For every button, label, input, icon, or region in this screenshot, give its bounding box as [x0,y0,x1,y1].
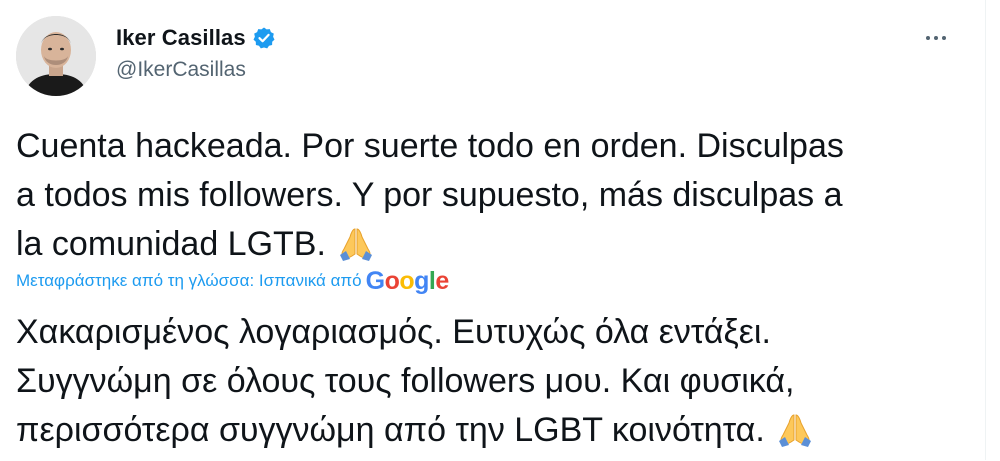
verified-badge-icon [252,26,276,50]
display-name[interactable]: Iker Casillas [116,25,246,51]
tweet-text: Cuenta hackeada. Por suerte todo en orde… [16,122,956,269]
folded-hands-icon [775,411,815,447]
user-handle[interactable]: @IkerCasillas [116,58,246,82]
translated-text-line: Συγγνώμη σε όλους τους followers μου. Κα… [16,362,795,400]
translated-text-line: περισσότερα συγγνώμη από την LGBT κοινότ… [16,406,956,455]
folded-hands-icon [336,225,376,261]
user-name-row: Iker Casillas [116,24,276,52]
translated-text: Χακαρισμένος λογαριασμός. Ευτυχώς όλα εν… [16,308,956,455]
avatar[interactable] [16,16,96,96]
more-horizontal-icon[interactable] [920,26,952,50]
scroll-edge [985,0,1000,460]
translated-from-label[interactable]: Μεταφράστηκε από τη γλώσσα: Ισπανικά από [16,271,362,291]
tweet-text-line: Cuenta hackeada. Por suerte todo en orde… [16,127,844,165]
tweet-text-line: a todos mis followers. Y por supuesto, m… [16,176,843,214]
tweet-card: Iker Casillas @IkerCasillas Cuenta hacke… [0,0,1000,460]
translation-attribution: Μεταφράστηκε από τη γλώσσα: Ισπανικά από… [16,266,450,295]
translated-text-line: Χακαρισμένος λογαριασμός. Ευτυχώς όλα εν… [16,313,771,351]
google-logo: Google [365,266,450,295]
tweet-text-line: la comunidad LGTB. [16,220,956,269]
